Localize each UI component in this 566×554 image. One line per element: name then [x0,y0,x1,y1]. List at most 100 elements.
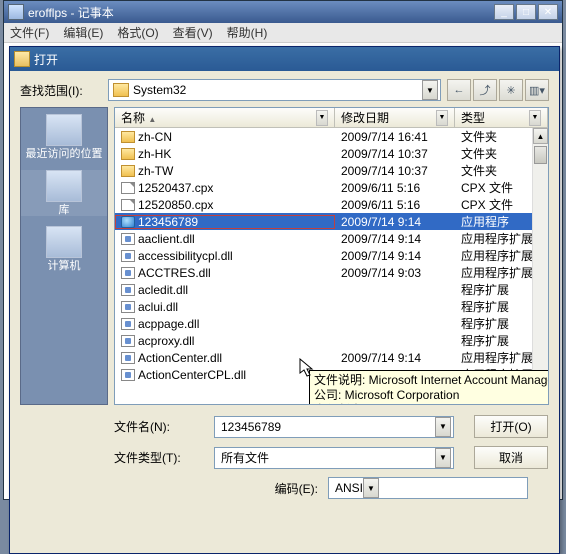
file-row[interactable]: zh-CN2009/7/14 16:41文件夹 [115,128,548,145]
menu-format[interactable]: 格式(O) [117,24,158,41]
encoding-select[interactable]: ANSI ▼ [328,477,528,499]
folder-icon [121,131,135,143]
file-row[interactable]: acledit.dll程序扩展 [115,281,548,298]
close-button[interactable]: ✕ [538,4,558,20]
places-bar: 最近访问的位置 库 计算机 [20,107,108,405]
menu-help[interactable]: 帮助(H) [227,24,268,41]
open-dialog: 打开 查找范围(I): System32 ▼ ← ⤴ ✳ ▥▾ 最近访问的位置 [9,46,560,554]
dll-icon [121,369,135,381]
file-row[interactable]: 1234567892009/7/14 9:14应用程序 [115,213,548,230]
dll-icon [121,335,135,347]
filetype-label: 文件类型(T): [114,449,214,466]
column-type[interactable]: 类型 ▼ [455,108,548,127]
chevron-down-icon[interactable]: ▼ [422,80,438,100]
file-row[interactable]: 12520850.cpx2009/6/11 5:16CPX 文件 [115,196,548,213]
chevron-down-icon[interactable]: ▼ [435,417,451,437]
file-name: ActionCenterCPL.dll [138,368,246,382]
file-list: 名称 ▲ ▼ 修改日期 ▼ 类型 ▼ zh-CN2009/7/14 16:41文… [114,107,549,405]
minimize-button[interactable]: _ [494,4,514,20]
dialog-titlebar[interactable]: 打开 [10,47,559,71]
file-name: acledit.dll [138,283,188,297]
column-name[interactable]: 名称 ▲ ▼ [115,108,335,127]
sort-asc-icon: ▲ [148,115,156,124]
file-row[interactable]: 12520437.cpx2009/6/11 5:16CPX 文件 [115,179,548,196]
menu-file[interactable]: 文件(F) [10,24,49,41]
file-date: 2009/7/14 9:14 [335,249,455,263]
file-name: 123456789 [138,215,198,229]
vertical-scrollbar[interactable]: ▲ ▼ [532,128,548,404]
filename-input[interactable]: 123456789 ▼ [214,416,454,438]
file-date: 2009/6/11 5:16 [335,181,455,195]
maximize-button[interactable]: □ [516,4,536,20]
recent-icon [46,114,82,146]
file-row[interactable]: aclui.dll程序扩展 [115,298,548,315]
scroll-track[interactable] [533,144,548,388]
list-header: 名称 ▲ ▼ 修改日期 ▼ 类型 ▼ [115,108,548,128]
app-icon [121,216,135,228]
file-name: 12520850.cpx [138,198,213,212]
computer-icon [46,226,82,258]
folder-icon [121,165,135,177]
file-tooltip: 文件说明: Microsoft Internet Account Manager… [309,370,548,404]
scroll-thumb[interactable] [534,146,547,164]
look-in-combo[interactable]: System32 ▼ [108,79,441,101]
new-folder-button[interactable]: ✳ [499,79,523,101]
up-one-level-button[interactable]: ⤴ [473,79,497,101]
outer-title: erofflps - 记事本 [28,4,494,21]
file-row[interactable]: zh-TW2009/7/14 10:37文件夹 [115,162,548,179]
file-name: ActionCenter.dll [138,351,222,365]
file-row[interactable]: accessibilitycpl.dll2009/7/14 9:14应用程序扩展 [115,247,548,264]
place-computer[interactable]: 计算机 [21,226,107,272]
file-date: 2009/7/14 9:14 [335,351,455,365]
cpx-icon [121,182,135,194]
file-name: accessibilitycpl.dll [138,249,233,263]
menu-view[interactable]: 查看(V) [173,24,213,41]
outer-titlebar[interactable]: erofflps - 记事本 _ □ ✕ [4,1,562,23]
file-date: 2009/6/11 5:16 [335,198,455,212]
file-date: 2009/7/14 9:14 [335,232,455,246]
open-button[interactable]: 打开(O) [474,415,548,438]
chevron-down-icon[interactable]: ▼ [435,448,451,468]
cancel-button[interactable]: 取消 [474,446,548,469]
chevron-down-icon[interactable]: ▼ [436,110,448,126]
chevron-down-icon[interactable]: ▼ [316,110,328,126]
notepad-icon [8,4,24,20]
dll-icon [121,352,135,364]
file-row[interactable]: acppage.dll程序扩展 [115,315,548,332]
place-libraries[interactable]: 库 [21,170,107,216]
file-row[interactable]: ActionCenter.dll2009/7/14 9:14应用程序扩展 [115,349,548,366]
filename-label: 文件名(N): [114,418,214,435]
file-name: zh-TW [138,164,173,178]
file-name: acproxy.dll [138,334,194,348]
look-in-label: 查找范围(I): [20,82,108,99]
file-date: 2009/7/14 10:37 [335,164,455,178]
scroll-up-button[interactable]: ▲ [533,128,548,144]
file-name: ACCTRES.dll [138,266,211,280]
file-row[interactable]: acproxy.dll程序扩展 [115,332,548,349]
views-button[interactable]: ▥▾ [525,79,549,101]
dll-icon [121,284,135,296]
chevron-down-icon[interactable]: ▼ [363,478,379,498]
file-date: 2009/7/14 9:14 [335,215,455,229]
back-button[interactable]: ← [447,79,471,101]
file-name: 12520437.cpx [138,181,213,195]
file-name: acppage.dll [138,317,199,331]
dll-icon [121,318,135,330]
cpx-icon [121,199,135,211]
open-folder-icon [14,51,30,67]
menu-edit[interactable]: 编辑(E) [63,24,103,41]
file-row[interactable]: ACCTRES.dll2009/7/14 9:03应用程序扩展 [115,264,548,281]
file-row[interactable]: zh-HK2009/7/14 10:37文件夹 [115,145,548,162]
place-recent[interactable]: 最近访问的位置 [21,114,107,160]
file-name: zh-HK [138,147,171,161]
file-name: aclui.dll [138,300,178,314]
dll-icon [121,233,135,245]
file-row[interactable]: aaclient.dll2009/7/14 9:14应用程序扩展 [115,230,548,247]
chevron-down-icon[interactable]: ▼ [529,110,541,126]
filetype-select[interactable]: 所有文件 ▼ [214,447,454,469]
column-date[interactable]: 修改日期 ▼ [335,108,455,127]
dialog-title: 打开 [34,51,58,68]
look-in-value: System32 [133,83,422,97]
file-name: aaclient.dll [138,232,195,246]
libraries-icon [46,170,82,202]
